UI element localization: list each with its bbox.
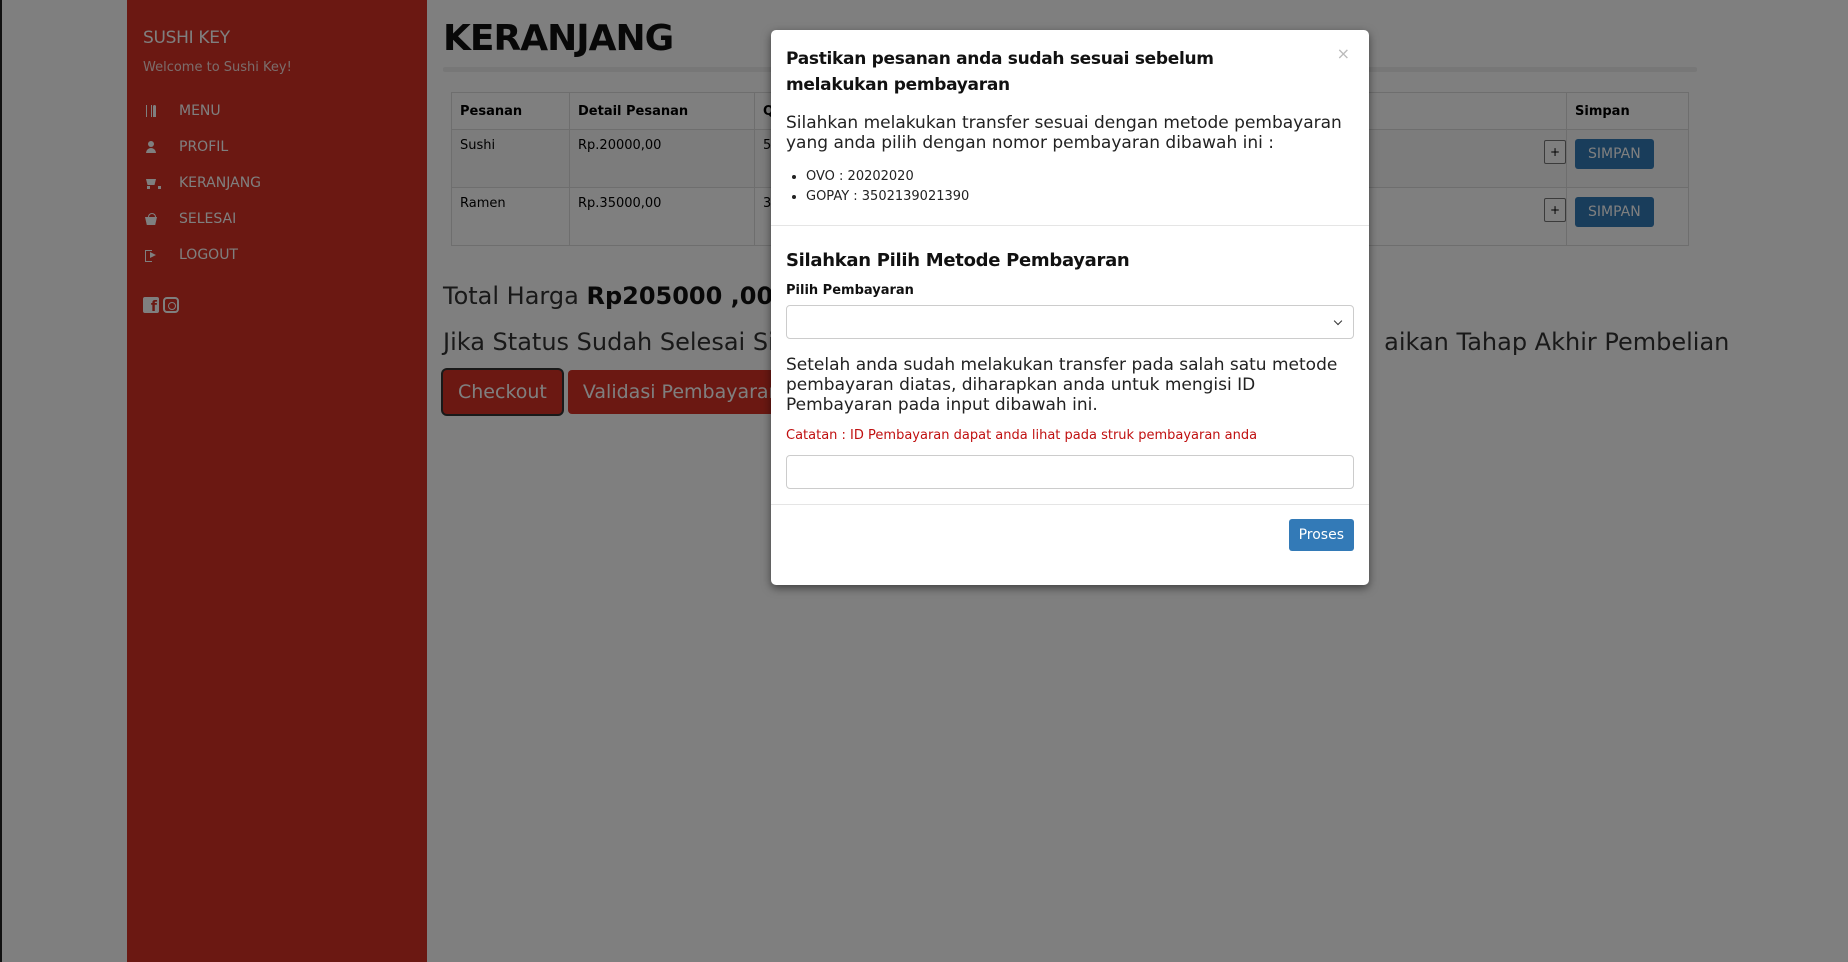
- proses-button[interactable]: Proses: [1288, 519, 1354, 551]
- payment-id-instructions: Setelah anda sudah melakukan transfer pa…: [786, 355, 1338, 415]
- modal-title: Pastikan pesanan anda sudah sesuai sebel…: [786, 49, 1214, 95]
- section-title: Silahkan Pilih Metode Pembayaran: [786, 250, 1130, 271]
- modal-header: Pastikan pesanan anda sudah sesuai sebel…: [771, 30, 1369, 226]
- payment-number-list: OVO : 20202020 GOPAY : 3502139021390: [806, 167, 1354, 207]
- payment-select-label: Pilih Pembayaran: [786, 283, 914, 298]
- close-icon[interactable]: ×: [1337, 44, 1350, 63]
- modal-body: Silahkan Pilih Metode Pembayaran Pilih P…: [771, 226, 1369, 489]
- payment-method-select[interactable]: [786, 305, 1354, 339]
- payment-modal: Pastikan pesanan anda sudah sesuai sebel…: [771, 30, 1369, 585]
- list-item: GOPAY : 3502139021390: [806, 187, 1354, 207]
- modal-footer: Proses: [771, 504, 1369, 551]
- payment-id-note: Catatan : ID Pembayaran dapat anda lihat…: [786, 428, 1258, 443]
- payment-id-input[interactable]: [786, 455, 1354, 489]
- list-item: OVO : 20202020: [806, 167, 1354, 187]
- transfer-instructions: Silahkan melakukan transfer sesuai denga…: [786, 113, 1342, 153]
